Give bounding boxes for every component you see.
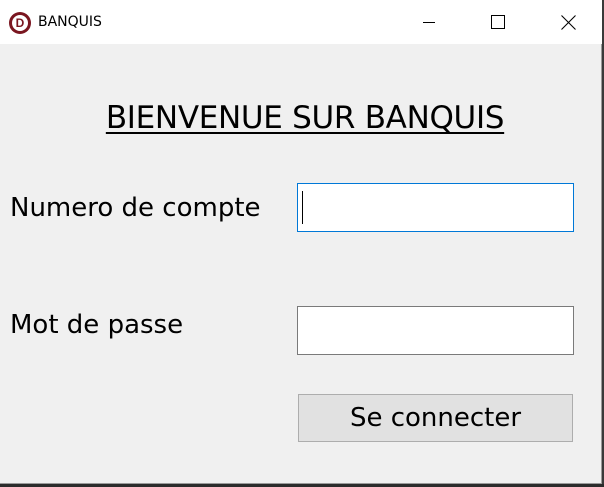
window-title: BANQUIS	[38, 14, 102, 30]
account-number-input[interactable]	[297, 183, 574, 232]
maximize-button[interactable]	[475, 0, 521, 44]
close-button[interactable]	[545, 0, 591, 44]
maximize-icon	[491, 15, 505, 29]
minimize-button[interactable]	[406, 0, 452, 44]
minimize-icon	[423, 22, 435, 23]
close-icon	[560, 14, 576, 30]
login-window: D BANQUIS BIENVENUE SUR BANQUIS Numero d…	[0, 0, 602, 484]
app-logo-letter: D	[12, 15, 28, 31]
connect-button[interactable]: Se connecter	[298, 394, 573, 442]
text-caret	[302, 191, 303, 224]
account-number-label: Numero de compte	[10, 193, 261, 223]
welcome-heading: BIENVENUE SUR BANQUIS	[105, 100, 505, 136]
password-input[interactable]	[297, 306, 574, 355]
title-bar[interactable]: D BANQUIS	[0, 0, 602, 44]
app-logo-icon[interactable]: D	[9, 12, 31, 34]
password-label: Mot de passe	[10, 310, 184, 340]
